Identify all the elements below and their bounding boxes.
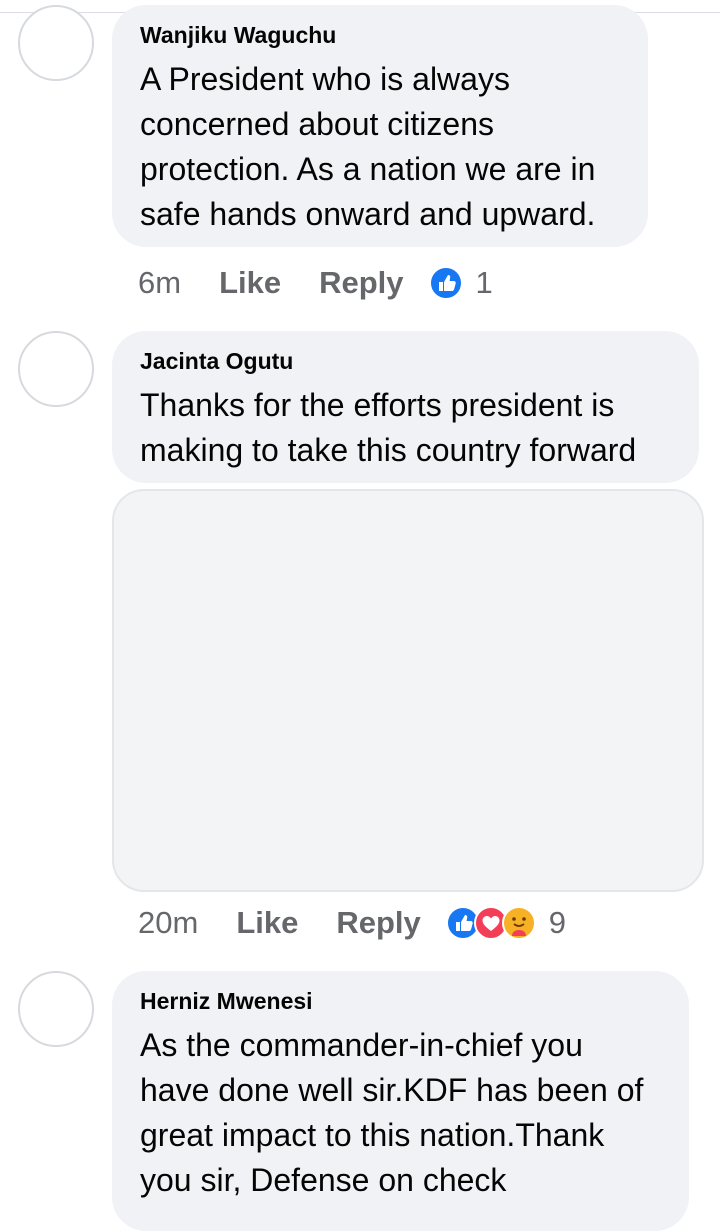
like-button[interactable]: Like — [236, 905, 298, 941]
reaction-count: 9 — [548, 905, 567, 940]
comment-author[interactable]: Jacinta Ogutu — [140, 347, 671, 375]
reply-button[interactable]: Reply — [319, 265, 403, 301]
comment-actions: 20m Like Reply 9 — [138, 901, 566, 945]
comment-author[interactable]: Herniz Mwenesi — [140, 987, 661, 1015]
comment-bubble[interactable]: Herniz Mwenesi As the commander-in-chief… — [112, 971, 689, 1231]
comment-author[interactable]: Wanjiku Waguchu — [140, 21, 620, 49]
like-button[interactable]: Like — [219, 265, 281, 301]
comment-media-attachment[interactable] — [112, 489, 704, 892]
reactions-summary[interactable]: 1 — [428, 265, 493, 301]
avatar[interactable] — [18, 971, 94, 1047]
avatar[interactable] — [18, 5, 94, 81]
comment-timestamp[interactable]: 6m — [138, 265, 181, 301]
comment-actions: 6m Like Reply 1 — [138, 261, 493, 305]
comment-text: Thanks for the efforts president is maki… — [140, 387, 637, 468]
comment-text: As the commander-in-chief you have done … — [140, 1027, 644, 1198]
comment-bubble[interactable]: Jacinta Ogutu Thanks for the efforts pre… — [112, 331, 699, 483]
comment-text: A President who is always concerned abou… — [140, 61, 596, 232]
avatar[interactable] — [18, 331, 94, 407]
like-icon — [428, 265, 464, 301]
care-icon — [501, 905, 537, 941]
reactions-summary[interactable]: 9 — [445, 905, 566, 941]
reply-button[interactable]: Reply — [336, 905, 420, 941]
comment-timestamp[interactable]: 20m — [138, 905, 198, 941]
reaction-count: 1 — [475, 265, 493, 300]
comment-bubble[interactable]: Wanjiku Waguchu A President who is alway… — [112, 5, 648, 247]
